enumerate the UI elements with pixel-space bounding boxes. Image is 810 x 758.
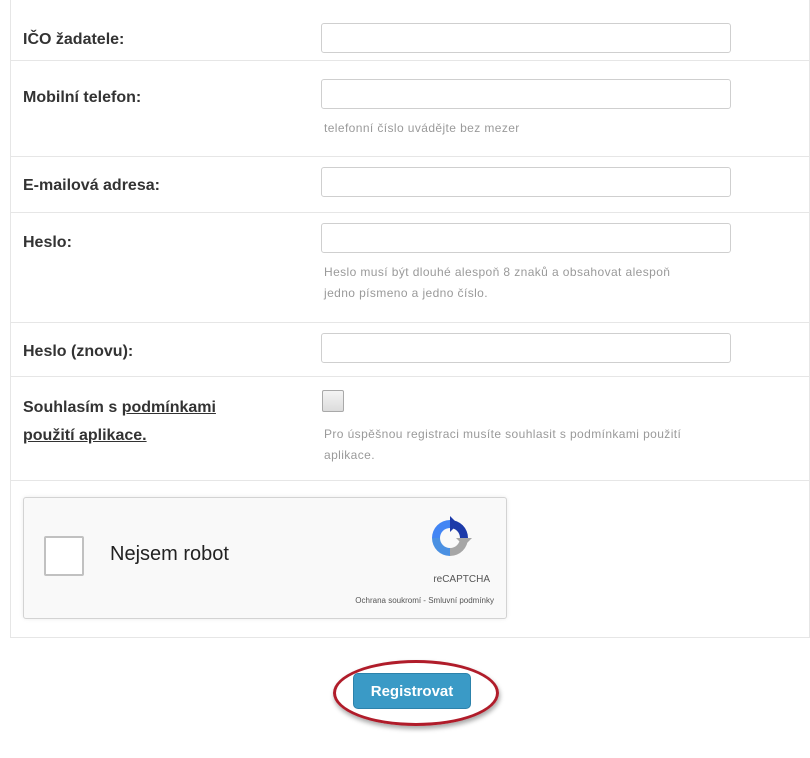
password-help-line1: Heslo musí být dlouhé alespoň 8 znaků a …	[324, 265, 671, 279]
ico-input[interactable]	[321, 23, 731, 53]
registration-form: IČO žadatele: Mobilní telefon: telefonní…	[10, 0, 810, 638]
recaptcha-checkbox[interactable]	[44, 536, 84, 576]
email-label: E-mailová adresa:	[23, 177, 160, 194]
row-email: E-mailová adresa:	[11, 156, 809, 213]
row-terms: Souhlasím s podmínkami použití aplikace. …	[11, 376, 809, 481]
password-again-label: Heslo (znovu):	[23, 343, 134, 360]
submit-area: Registrovat	[333, 660, 499, 726]
recaptcha-brand: reCAPTCHA	[433, 574, 490, 585]
password-again-input[interactable]	[321, 333, 731, 363]
terms-help: Pro úspěšnou registraci musíte souhlasit…	[324, 424, 794, 466]
recaptcha-widget: Nejsem robot reCAPTCHA Ochrana soukromí …	[23, 497, 507, 619]
email-input[interactable]	[321, 167, 731, 197]
password-help: Heslo musí být dlouhé alespoň 8 znaků a …	[324, 262, 794, 304]
register-button[interactable]: Registrovat	[353, 673, 471, 709]
recaptcha-links[interactable]: Ochrana soukromí - Smluvní podmínky	[355, 596, 494, 605]
password-input[interactable]	[321, 223, 731, 253]
terms-checkbox[interactable]	[322, 390, 344, 412]
ico-label: IČO žadatele:	[23, 31, 125, 48]
row-password: Heslo: Heslo musí být dlouhé alespoň 8 z…	[11, 212, 809, 323]
terms-help-line2: aplikace.	[324, 448, 375, 462]
password-help-line2: jedno písmeno a jedno číslo.	[324, 286, 488, 300]
row-password-again: Heslo (znovu):	[11, 322, 809, 377]
row-ico: IČO žadatele:	[11, 0, 809, 61]
phone-label: Mobilní telefon:	[23, 89, 142, 106]
phone-help: telefonní číslo uvádějte bez mezer	[324, 121, 520, 135]
row-phone: Mobilní telefon: telefonní číslo uvádějt…	[11, 60, 809, 157]
terms-label-prefix: Souhlasím s	[23, 399, 122, 416]
recaptcha-label: Nejsem robot	[110, 543, 229, 565]
terms-help-line1: Pro úspěšnou registraci musíte souhlasit…	[324, 427, 682, 441]
phone-input[interactable]	[321, 79, 731, 109]
recaptcha-logo-icon	[432, 516, 472, 556]
terms-label: Souhlasím s podmínkami použití aplikace.	[23, 394, 216, 450]
password-label: Heslo:	[23, 234, 72, 251]
